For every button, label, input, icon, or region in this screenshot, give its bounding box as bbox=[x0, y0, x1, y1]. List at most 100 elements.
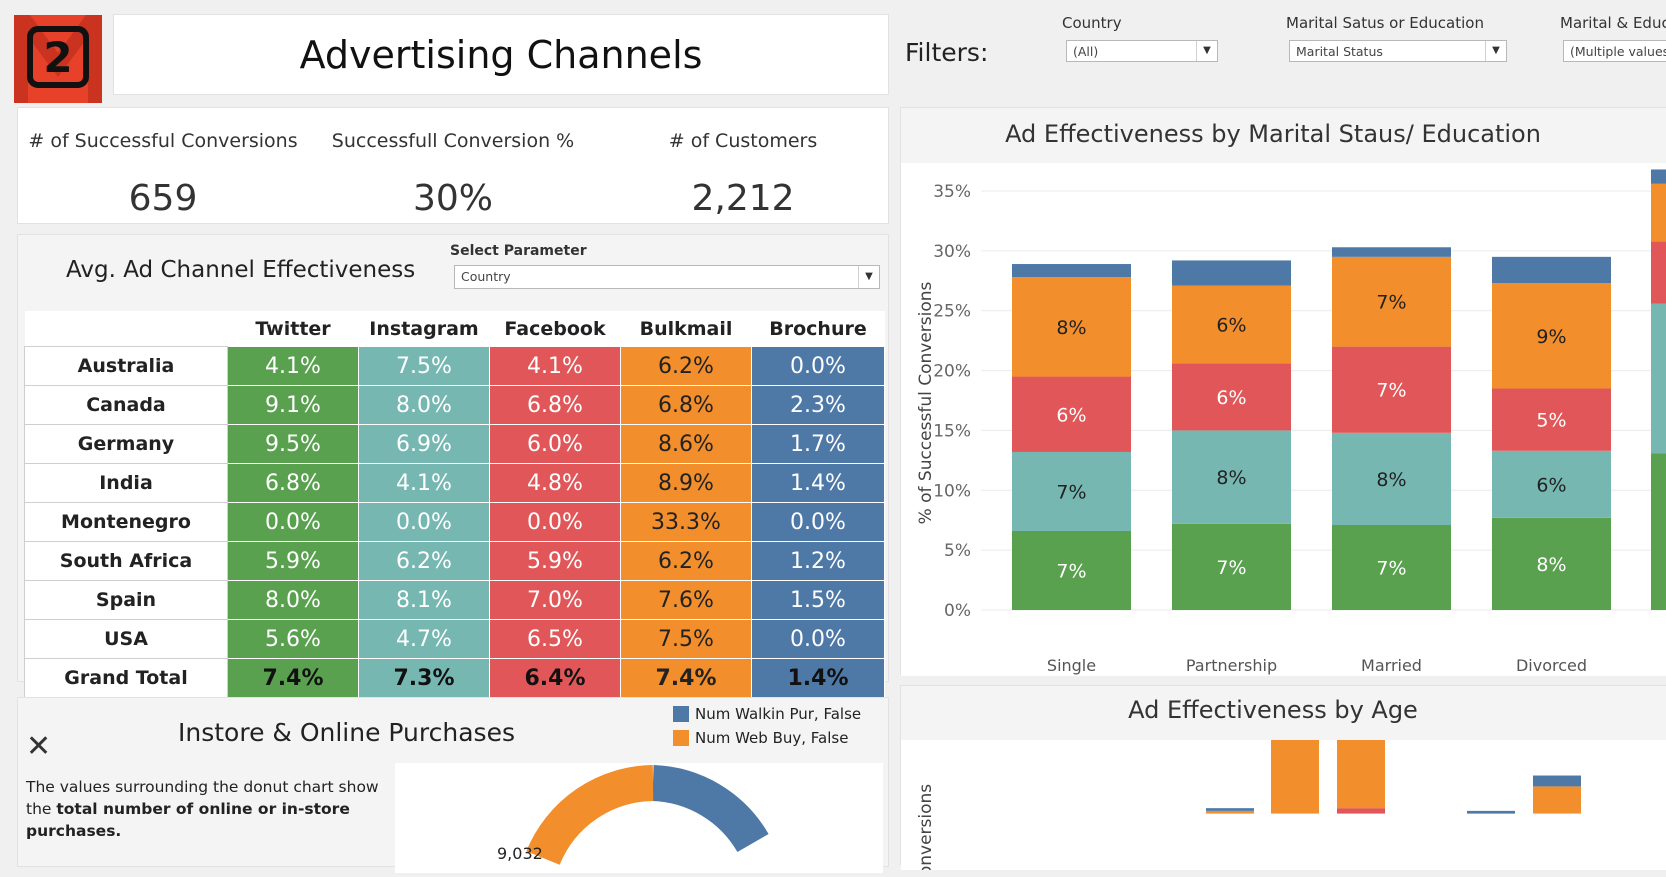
table-cell: 8.1% bbox=[358, 580, 490, 620]
table-cell: 6.2% bbox=[620, 346, 752, 386]
bar-segment bbox=[1337, 808, 1385, 814]
logo-mark-icon: 2 bbox=[14, 15, 102, 103]
donut-chart-area: 9,032 bbox=[395, 763, 883, 873]
bar-segment bbox=[1271, 715, 1319, 814]
table-cell: 4.1% bbox=[358, 463, 490, 503]
donut-segment-web bbox=[526, 765, 654, 866]
table-cell: 0.0% bbox=[358, 502, 490, 542]
table-cell: 6.4% bbox=[489, 658, 621, 698]
donut-segment-walkin bbox=[651, 765, 769, 853]
channel-effectiveness-title: Avg. Ad Channel Effectiveness bbox=[66, 257, 416, 283]
bar-data-label: 7% bbox=[1056, 560, 1086, 582]
row-label: Australia bbox=[24, 346, 228, 386]
bar-data-label: 8% bbox=[1056, 317, 1086, 339]
marital-and-education-filter-select[interactable]: (Multiple values) bbox=[1563, 40, 1666, 62]
row-label: USA bbox=[24, 619, 228, 659]
table-cell: 4.1% bbox=[227, 346, 359, 386]
table-cell: 0.0% bbox=[751, 346, 885, 386]
row-label: India bbox=[24, 463, 228, 503]
kpi-value-customers: 2,212 bbox=[691, 178, 795, 219]
bar-data-label: 6% bbox=[1216, 387, 1246, 409]
purchases-panel: ✕ Instore & Online Purchases The values … bbox=[17, 697, 889, 873]
y-axis-label: onversions bbox=[916, 784, 936, 870]
row-label: Grand Total bbox=[24, 658, 228, 698]
table-cell: 33.3% bbox=[620, 502, 752, 542]
row-label: South Africa bbox=[24, 541, 228, 581]
bar-data-label: 9% bbox=[1536, 326, 1566, 348]
table-cell: 4.7% bbox=[358, 619, 490, 659]
kpi-label-conversions: # of Successful Conversions bbox=[28, 130, 298, 152]
bar-data-label: 6% bbox=[1056, 404, 1086, 426]
y-tick-label: 10% bbox=[933, 481, 971, 501]
age-chart-title: Ad Effectiveness by Age bbox=[1128, 696, 1418, 724]
kpi-label-customers: # of Customers bbox=[668, 130, 818, 152]
bar-segment bbox=[1492, 256, 1611, 284]
marital-and-education-filter-value: (Multiple values) bbox=[1570, 44, 1666, 59]
table-cell: 7.4% bbox=[227, 658, 359, 698]
bar-segment bbox=[1651, 241, 1666, 304]
purchases-note: The values surrounding the donut chart s… bbox=[26, 776, 386, 842]
table-cell: 8.6% bbox=[620, 424, 752, 464]
table-cell: 0.0% bbox=[227, 502, 359, 542]
table-cell: 6.0% bbox=[489, 424, 621, 464]
marital-and-education-filter-label: Marital & Educa bbox=[1560, 14, 1666, 32]
marital-education-filter-label: Marital Satus or Education bbox=[1286, 14, 1484, 32]
table-cell: 7.3% bbox=[358, 658, 490, 698]
bar-segment bbox=[1651, 453, 1666, 610]
legend-label-walkin: Num Walkin Pur, False bbox=[695, 705, 862, 723]
bar-segment bbox=[1172, 260, 1291, 286]
table-row: Grand Total 7.4% 7.3% 6.4% 7.4% 1.4% bbox=[24, 658, 885, 698]
table-cell: 9.1% bbox=[227, 385, 359, 425]
table-cell: 6.2% bbox=[358, 541, 490, 581]
row-label: Montenegro bbox=[24, 502, 228, 542]
column-header: Instagram bbox=[358, 311, 490, 347]
x-tick-label: Divorced bbox=[1516, 656, 1587, 675]
marital-education-filter-select[interactable]: Marital Status ▼ bbox=[1289, 40, 1507, 62]
table-row: Spain 8.0% 8.1% 7.0% 7.6% 1.5% bbox=[24, 580, 885, 620]
bar-segment bbox=[1651, 303, 1666, 454]
table-cell: 4.8% bbox=[489, 463, 621, 503]
table-cell: 0.0% bbox=[751, 619, 885, 659]
table-cell: 6.8% bbox=[227, 463, 359, 503]
table-cell: 5.6% bbox=[227, 619, 359, 659]
bar-data-label: 7% bbox=[1376, 292, 1406, 314]
table-cell: 7.5% bbox=[620, 619, 752, 659]
kpi-panel: # of Successful Conversions 659 Successf… bbox=[17, 107, 889, 224]
table-cell: 1.7% bbox=[751, 424, 885, 464]
column-header: Brochure bbox=[751, 311, 885, 347]
table-row: Canada 9.1% 8.0% 6.8% 6.8% 2.3% bbox=[24, 385, 885, 425]
table-cell: 1.5% bbox=[751, 580, 885, 620]
y-axis-label: % of Successful Conversions bbox=[916, 281, 936, 524]
table-cell: 6.8% bbox=[489, 385, 621, 425]
bar-segment bbox=[1651, 169, 1666, 184]
table-cell: 1.2% bbox=[751, 541, 885, 581]
row-label: Canada bbox=[24, 385, 228, 425]
table-cell: 8.0% bbox=[227, 580, 359, 620]
close-icon[interactable]: ✕ bbox=[26, 732, 51, 762]
bar-segment bbox=[1206, 808, 1254, 811]
country-filter-value: (All) bbox=[1073, 44, 1099, 59]
marital-education-filter-value: Marital Status bbox=[1296, 44, 1383, 59]
bar-segment bbox=[1337, 710, 1385, 809]
parameter-select[interactable]: Country ▼ bbox=[454, 265, 880, 289]
marital-chart-panel: Ad Effectiveness by Marital Staus/ Educa… bbox=[900, 107, 1666, 676]
logo: 2 bbox=[14, 15, 102, 103]
table-cell: 2.3% bbox=[751, 385, 885, 425]
bar-data-label: 7% bbox=[1216, 557, 1246, 579]
bar-data-label: 6% bbox=[1536, 474, 1566, 496]
bar-segment bbox=[1651, 183, 1666, 242]
table-cell: 9.5% bbox=[227, 424, 359, 464]
row-label: Spain bbox=[24, 580, 228, 620]
kpi-label-conversion-pct: Successfull Conversion % bbox=[331, 130, 575, 152]
select-parameter-label: Select Parameter bbox=[450, 243, 587, 259]
table-cell: 1.4% bbox=[751, 658, 885, 698]
table-cell: 6.9% bbox=[358, 424, 490, 464]
y-tick-label: 30% bbox=[933, 242, 971, 262]
marital-stacked-bar-chart: 0% 5% 10% 15% 20% 25% 30% 35% % of Successful Co… bbox=[916, 169, 1666, 675]
bar-data-label: 8% bbox=[1536, 554, 1566, 576]
bar-data-label: 8% bbox=[1216, 467, 1246, 489]
legend-swatch-web bbox=[673, 730, 689, 746]
country-filter-select[interactable]: (All) ▼ bbox=[1066, 40, 1218, 62]
age-chart-plot: 10080onversions bbox=[901, 655, 1666, 876]
purchases-note-bold: total number of online or in-store purch… bbox=[26, 800, 350, 840]
